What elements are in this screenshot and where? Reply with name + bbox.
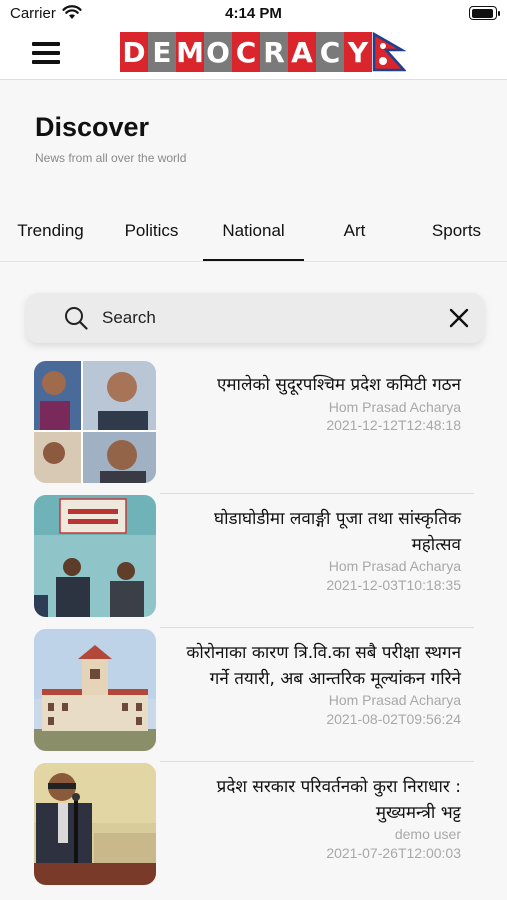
news-date: 2021-12-03T10:18:35 xyxy=(326,577,461,593)
news-thumbnail xyxy=(34,495,156,617)
news-item[interactable]: एमालेको सुदूरपश्चिम प्रदेश कमिटी गठन Hom… xyxy=(0,360,507,494)
tab-national[interactable]: National xyxy=(203,212,304,261)
logo-letter: R xyxy=(260,32,288,72)
news-title: कोरोनाका कारण त्रि.वि.का सबै परीक्षा स्थ… xyxy=(186,643,461,689)
news-thumbnail xyxy=(34,361,156,483)
logo-letter: M xyxy=(176,32,204,72)
news-author: Hom Prasad Acharya xyxy=(328,692,461,708)
tab-politics[interactable]: Politics xyxy=(101,212,202,260)
search-input[interactable] xyxy=(102,305,432,331)
clock: 4:14 PM xyxy=(225,5,282,22)
news-list: एमालेको सुदूरपश्चिम प्रदेश कमिटी गठन Hom… xyxy=(0,360,507,896)
news-date: 2021-08-02T09:56:24 xyxy=(326,711,461,727)
logo-letter: Y xyxy=(344,32,372,72)
category-tabs: Trending Politics National Art Sports xyxy=(0,212,507,262)
news-thumbnail xyxy=(34,629,156,751)
tab-trending[interactable]: Trending xyxy=(0,212,101,260)
news-author: demo user xyxy=(394,826,461,842)
news-author: Hom Prasad Acharya xyxy=(328,399,461,415)
search-bar xyxy=(26,293,484,343)
logo-wordmark: DEMOCRACY xyxy=(120,32,372,72)
status-bar: Carrier 4:14 PM xyxy=(0,0,507,28)
logo-letter: E xyxy=(148,32,176,72)
hamburger-menu-icon[interactable] xyxy=(32,40,62,66)
news-title: प्रदेश सरकार परिवर्तनको कुरा निराधार : म… xyxy=(216,777,461,823)
news-item[interactable]: घोडाघोडीमा लवाङ्गी पूजा तथा सांस्कृतिक म… xyxy=(0,494,507,628)
democracy-logo: DEMOCRACY xyxy=(120,32,406,72)
logo-letter: C xyxy=(316,32,344,72)
news-date: 2021-07-26T12:00:03 xyxy=(326,845,461,861)
news-item[interactable]: कोरोनाका कारण त्रि.वि.का सबै परीक्षा स्थ… xyxy=(0,628,507,762)
news-item[interactable]: प्रदेश सरकार परिवर्तनको कुरा निराधार : म… xyxy=(0,762,507,896)
navigation-bar: DEMOCRACY xyxy=(0,28,507,80)
close-icon[interactable] xyxy=(448,307,470,329)
nepal-flag-icon xyxy=(372,32,406,72)
logo-letter: A xyxy=(288,32,316,72)
logo-letter: O xyxy=(204,32,232,72)
tab-art[interactable]: Art xyxy=(304,212,405,260)
news-title: घोडाघोडीमा लवाङ्गी पूजा तथा सांस्कृतिक म… xyxy=(214,509,461,555)
search-icon xyxy=(65,307,88,330)
news-thumbnail xyxy=(34,763,156,885)
news-author: Hom Prasad Acharya xyxy=(328,558,461,574)
page-title: Discover xyxy=(35,112,150,142)
logo-letter: D xyxy=(120,32,148,72)
news-date: 2021-12-12T12:48:18 xyxy=(326,417,461,433)
battery-icon xyxy=(469,6,500,20)
tab-sports[interactable]: Sports xyxy=(406,212,507,260)
logo-letter: C xyxy=(232,32,260,72)
news-title: एमालेको सुदूरपश्चिम प्रदेश कमिटी गठन xyxy=(216,375,461,395)
page-subtitle: News from all over the world xyxy=(35,151,187,165)
